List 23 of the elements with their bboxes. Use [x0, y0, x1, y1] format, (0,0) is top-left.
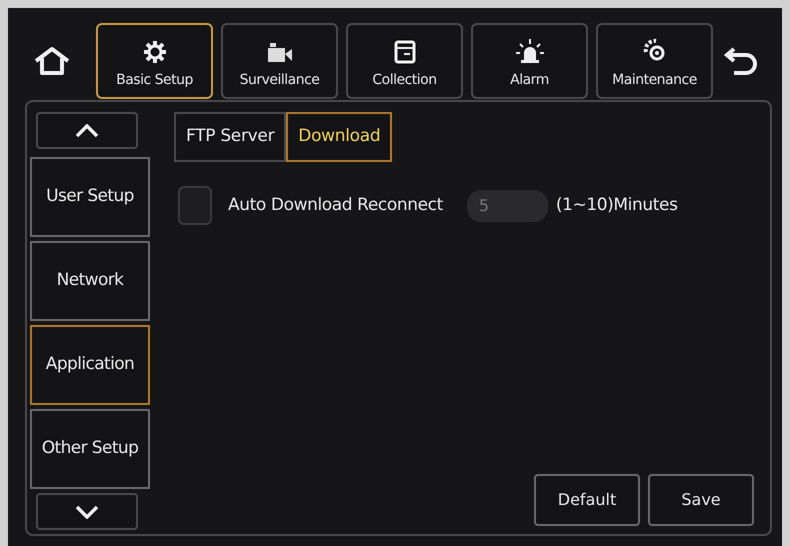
video-camera-icon — [266, 42, 292, 64]
setting-label: Auto Download Reconnect — [228, 194, 443, 217]
sidebar-item[interactable]: Network — [30, 241, 150, 321]
sub-tab[interactable]: Download — [286, 112, 392, 162]
default-button[interactable]: Default — [534, 474, 640, 526]
save-button[interactable]: Save — [648, 474, 754, 526]
sub-tab[interactable]: FTP Server — [174, 112, 286, 162]
sidebar-item[interactable]: Application — [30, 325, 150, 405]
siren-icon — [514, 38, 544, 64]
sidebar-item[interactable]: User Setup — [30, 157, 150, 237]
sidebar-item[interactable]: Other Setup — [30, 409, 150, 489]
chevron-down-icon[interactable] — [36, 493, 138, 530]
gear-icon — [142, 40, 166, 64]
back-icon[interactable] — [724, 45, 758, 77]
menu-tab[interactable]: Collection — [346, 23, 463, 99]
menu-tab[interactable]: Basic Setup — [96, 23, 213, 99]
home-icon[interactable] — [32, 46, 72, 76]
menu-tab[interactable]: Maintenance — [596, 23, 713, 99]
range-hint: (1~10)Minutes — [556, 194, 678, 217]
menu-tab[interactable]: Alarm — [471, 23, 588, 99]
chevron-up-icon[interactable] — [36, 112, 138, 149]
window-icon — [394, 40, 416, 64]
menu-tab[interactable]: Surveillance — [221, 23, 338, 99]
